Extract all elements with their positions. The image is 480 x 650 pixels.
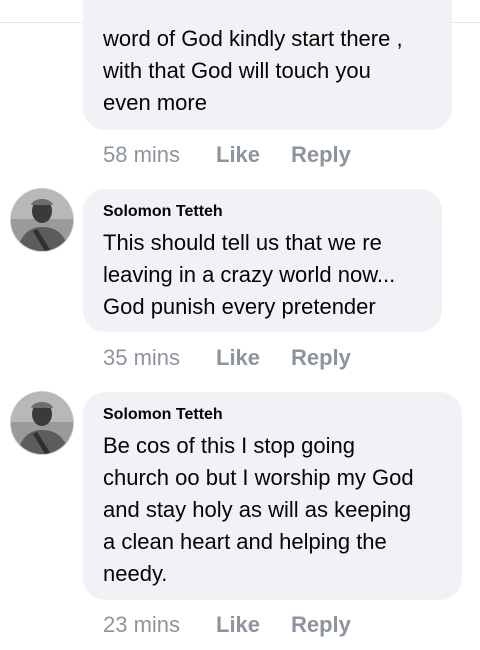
avatar[interactable] <box>11 392 73 454</box>
like-button[interactable]: Like <box>216 141 291 169</box>
comment-bubble: Solomon Tetteh Be cos of this I stop goi… <box>83 392 462 600</box>
comment-timestamp[interactable]: 35 mins <box>103 344 216 372</box>
person-avatar-icon <box>11 189 73 251</box>
comment-actions: 35 mins Like Reply <box>103 344 351 372</box>
comment-actions: 58 mins Like Reply <box>103 141 351 169</box>
comment-text: word of God kindly start there , with th… <box>103 26 403 115</box>
comment-bubble: Solomon Tetteh This should tell us that … <box>83 189 442 332</box>
comment-author[interactable]: Solomon Tetteh <box>103 202 442 222</box>
comment-bubble: word of God kindly start there , with th… <box>83 0 452 130</box>
avatar[interactable] <box>11 189 73 251</box>
comment-author[interactable]: Solomon Tetteh <box>103 405 462 425</box>
person-avatar-icon <box>11 392 73 454</box>
like-button[interactable]: Like <box>216 344 291 372</box>
comment-text: This should tell us that we re leaving i… <box>103 230 396 319</box>
like-button[interactable]: Like <box>216 611 291 639</box>
comment-actions: 23 mins Like Reply <box>103 611 351 639</box>
comment-timestamp[interactable]: 58 mins <box>103 141 216 169</box>
reply-button[interactable]: Reply <box>291 611 351 639</box>
comment-text: Be cos of this I stop going church oo bu… <box>103 433 414 586</box>
reply-button[interactable]: Reply <box>291 344 351 372</box>
comment-timestamp[interactable]: 23 mins <box>103 611 216 639</box>
reply-button[interactable]: Reply <box>291 141 351 169</box>
